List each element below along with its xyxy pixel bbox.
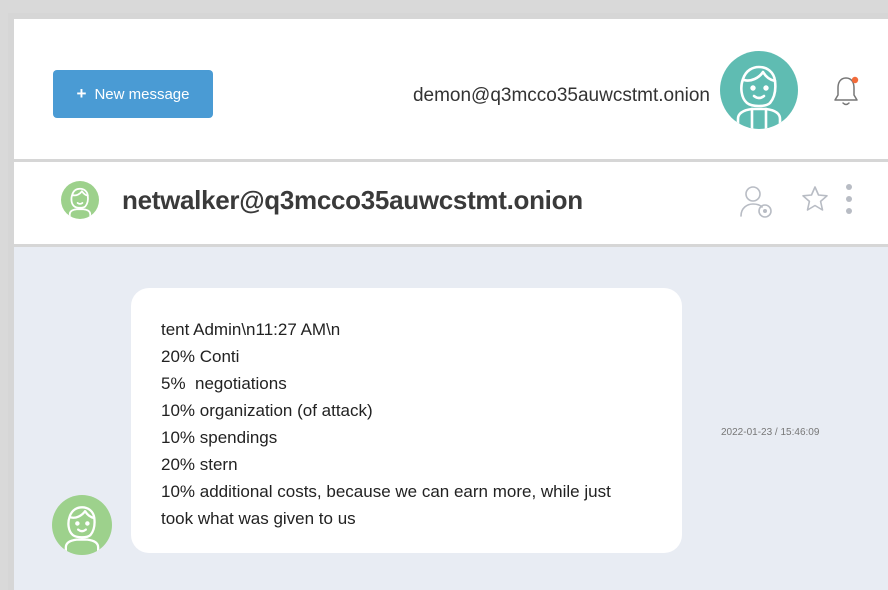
top-bar: + New message demon@q3mcco35auwcstmt.oni… [14, 19, 888, 159]
conversation-area: tent Admin\n11:27 AM\n 20% Conti 5% nego… [14, 247, 888, 590]
new-message-label: New message [94, 85, 190, 103]
user-avatar-icon[interactable] [720, 51, 798, 129]
message-line: 5% negotiations [161, 374, 287, 393]
bell-icon[interactable] [831, 74, 861, 108]
message-line: took what was given to us [161, 509, 356, 528]
message-timestamp: 2022-01-23 / 15:46:09 [721, 427, 820, 438]
message-line: tent Admin\n11:27 AM\n [161, 320, 341, 339]
new-message-button[interactable]: + New message [53, 70, 213, 118]
message-line: 10% additional costs, because we can ear… [161, 482, 611, 501]
sender-avatar-icon [52, 495, 112, 555]
contact-name: netwalker@q3mcco35auwcstmt.onion [122, 185, 583, 215]
chat-header: netwalker@q3mcco35auwcstmt.onion [14, 162, 888, 244]
app-frame: + New message demon@q3mcco35auwcstmt.oni… [8, 13, 888, 590]
message-line: 10% spendings [161, 428, 278, 447]
star-icon[interactable] [800, 184, 830, 219]
message-line: 10% organization (of attack) [161, 401, 373, 420]
more-vertical-icon[interactable] [843, 182, 855, 223]
message-bubble: tent Admin\n11:27 AM\n 20% Conti 5% nego… [131, 288, 682, 553]
message-line: 20% stern [161, 455, 238, 474]
contact-avatar-icon [61, 181, 99, 219]
notification-dot [851, 76, 859, 84]
plus-icon: + [76, 84, 87, 103]
add-contact-icon[interactable] [739, 184, 775, 223]
message-line: 20% Conti [161, 347, 240, 366]
current-user-email: demon@q3mcco35auwcstmt.onion [412, 85, 710, 106]
